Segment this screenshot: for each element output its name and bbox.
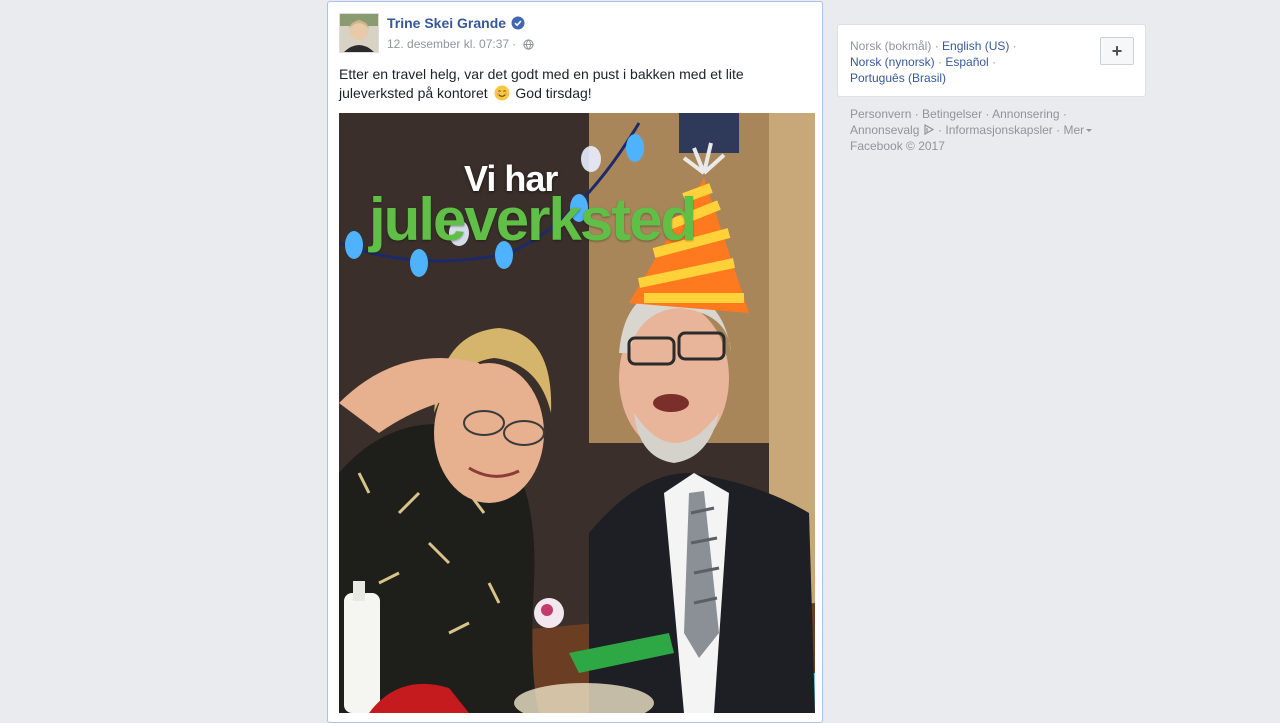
author-name[interactable]: Trine Skei Grande	[387, 15, 506, 31]
language-option-portugues[interactable]: Português (Brasil)	[850, 71, 946, 85]
language-option-nynorsk[interactable]: Norsk (nynorsk)	[850, 55, 935, 69]
footer-links: Personvern · Betingelser · Annonsering ·…	[850, 106, 1130, 154]
current-language: Norsk (bokmål)	[850, 39, 932, 53]
photo-caption-line2: juleverksted	[369, 186, 697, 253]
language-list: Norsk (bokmål) · English (US) · Norsk (n…	[850, 39, 1017, 85]
footer-link-annonsering[interactable]: Annonsering	[992, 107, 1059, 121]
adchoices-icon[interactable]	[923, 124, 935, 135]
footer-link-informasjonskapsler[interactable]: Informasjonskapsler	[945, 123, 1052, 137]
post-text: Etter en travel helg, var det godt med e…	[339, 65, 759, 103]
chevron-down-icon	[1086, 129, 1093, 132]
post-text-closing: God tirsdag!	[515, 85, 592, 101]
meta-separator: ·	[512, 37, 517, 51]
footer-link-annonsevalg[interactable]: Annonsevalg	[850, 123, 919, 137]
copyright-text: Facebook © 2017	[850, 139, 945, 153]
author-avatar[interactable]	[339, 13, 379, 53]
post-photo[interactable]: Vi har juleverksted	[339, 113, 815, 713]
globe-icon[interactable]	[523, 38, 534, 50]
smiling-emoji	[494, 85, 510, 101]
language-option-english[interactable]: English (US)	[942, 39, 1009, 53]
add-language-button[interactable]: +	[1100, 37, 1134, 65]
footer-link-betingelser[interactable]: Betingelser	[922, 107, 982, 121]
footer-link-mer[interactable]: Mer	[1063, 123, 1084, 137]
footer-link-personvern[interactable]: Personvern	[850, 107, 911, 121]
language-selector-box: Norsk (bokmål) · English (US) · Norsk (n…	[837, 24, 1146, 97]
language-option-espanol[interactable]: Español	[945, 55, 988, 69]
post-timestamp[interactable]: 12. desember kl. 07:37	[387, 37, 509, 51]
verified-badge-icon	[511, 16, 525, 30]
post-card: Trine Skei Grande 12. desember kl. 07:37…	[327, 1, 823, 723]
